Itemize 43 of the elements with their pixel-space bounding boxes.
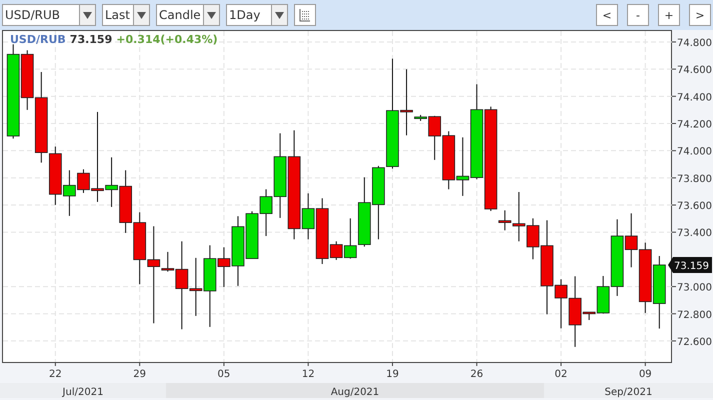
dropdown[interactable]: USD/RUB xyxy=(2,4,96,26)
axis-label: 72.600 xyxy=(677,336,712,348)
month-label: Sep/2021 xyxy=(604,387,652,398)
caret-icon xyxy=(137,12,146,18)
axis-label: 19 xyxy=(386,369,399,380)
axis-label: 26 xyxy=(470,369,484,380)
data-table-button[interactable] xyxy=(294,4,316,26)
caret-icon xyxy=(275,12,284,18)
month-label: Aug/2021 xyxy=(330,387,380,398)
nav-button[interactable]: + xyxy=(658,4,680,26)
axis-label: 74.400 xyxy=(677,92,712,104)
axis-label: 73.800 xyxy=(677,174,712,185)
axis-label: 22 xyxy=(49,369,62,380)
candlestick xyxy=(624,212,638,268)
dropdown[interactable]: Candle xyxy=(156,4,220,26)
candlestick xyxy=(638,242,652,314)
legend-symbol: USD/RUB xyxy=(10,33,66,46)
axis-label: 73.000 xyxy=(677,282,712,294)
axis-label: 12 xyxy=(302,369,315,380)
axis-label: 74.600 xyxy=(677,65,712,76)
axis-label: 74.000 xyxy=(677,146,712,158)
candlestick xyxy=(442,130,456,190)
axis-label: 02 xyxy=(554,369,568,380)
nav-button[interactable]: > xyxy=(689,4,711,26)
legend-change: +0.314(+0.43%) xyxy=(116,33,218,46)
legend-price: 73.159 xyxy=(70,33,112,46)
caret-icon xyxy=(207,12,216,18)
axis-label: 73.600 xyxy=(677,201,712,212)
axis-label: 73.400 xyxy=(677,228,712,240)
axis-label: 74.200 xyxy=(677,120,712,130)
dropdown[interactable]: 1Day xyxy=(226,4,288,26)
nav-button[interactable]: < xyxy=(596,4,618,26)
axis-label: 29 xyxy=(133,369,146,380)
table-icon xyxy=(299,8,311,22)
axis-label: 74.800 xyxy=(677,38,712,49)
axis-label: 05 xyxy=(218,369,230,380)
dropdown[interactable]: Last xyxy=(102,4,150,26)
axis-label: 09 xyxy=(638,369,652,380)
candlestick xyxy=(119,170,132,234)
axis-label: 72.800 xyxy=(677,310,712,321)
caret-icon xyxy=(83,12,92,18)
month-label: Jul/2021 xyxy=(62,387,104,398)
nav-button[interactable]: - xyxy=(627,4,649,26)
